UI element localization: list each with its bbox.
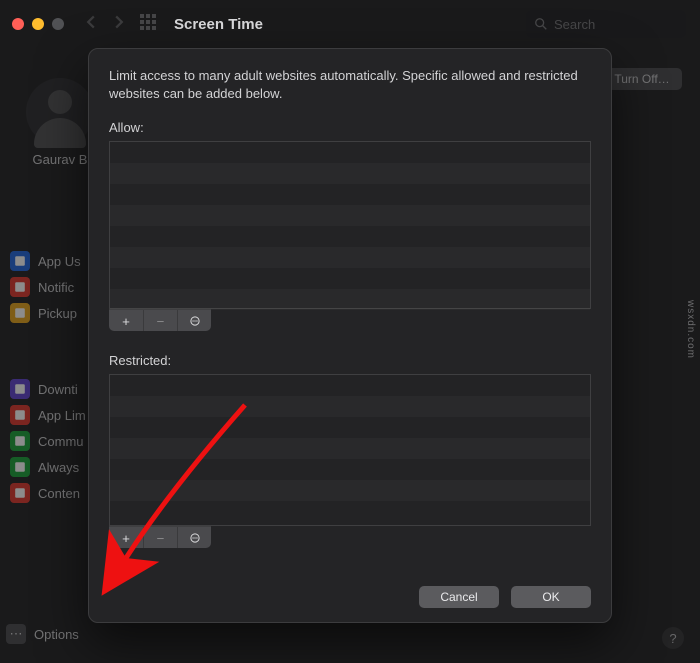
ok-button[interactable]: OK — [511, 586, 591, 608]
sidebar-item-label: Conten — [38, 486, 80, 501]
restricted-add-button[interactable]: + — [109, 527, 143, 548]
allow-list-controls: + − — [109, 309, 211, 331]
sidebar-item-label: Pickup — [38, 306, 77, 321]
moon-icon — [10, 379, 30, 399]
chat-icon — [10, 431, 30, 451]
hourglass-icon — [10, 405, 30, 425]
website-limits-sheet: Limit access to many adult websites auto… — [88, 48, 612, 623]
forward-button[interactable] — [112, 15, 126, 34]
sidebar-item-label: App Lim — [38, 408, 86, 423]
check-icon — [10, 457, 30, 477]
restricted-list[interactable] — [109, 374, 591, 526]
close-window-button[interactable] — [12, 18, 24, 30]
no-icon — [10, 483, 30, 503]
ellipsis-icon: ⋯ — [6, 624, 26, 644]
window-controls — [12, 18, 64, 30]
avatar — [26, 78, 94, 146]
sheet-description: Limit access to many adult websites auto… — [109, 67, 591, 102]
restricted-label: Restricted: — [109, 353, 591, 368]
restricted-list-controls: + − — [109, 526, 211, 548]
page-title: Screen Time — [174, 16, 263, 33]
user-name: Gaurav B — [26, 152, 94, 167]
allow-more-button[interactable] — [177, 310, 211, 331]
bars-icon — [10, 251, 30, 271]
allow-label: Allow: — [109, 120, 591, 135]
search-placeholder: Search — [554, 17, 595, 32]
sidebar-item-label: Commu — [38, 434, 84, 449]
turn-off-button[interactable]: Turn Off… — [602, 68, 682, 90]
sidebar-item-label: Notific — [38, 280, 74, 295]
back-button[interactable] — [84, 15, 98, 34]
zoom-window-button[interactable] — [52, 18, 64, 30]
cancel-button[interactable]: Cancel — [419, 586, 499, 608]
app-grid-icon[interactable] — [140, 14, 156, 35]
sidebar-item-label: Options — [34, 627, 79, 642]
search-icon — [534, 17, 548, 31]
sidebar-item-label: Always — [38, 460, 79, 475]
minimize-window-button[interactable] — [32, 18, 44, 30]
search-input[interactable]: Search — [526, 10, 686, 38]
sidebar-item-label: App Us — [38, 254, 81, 269]
allow-list[interactable] — [109, 141, 591, 309]
sidebar-item-options[interactable]: ⋯ Options — [6, 624, 79, 644]
user-block: Gaurav B — [26, 78, 94, 167]
sidebar-item-label: Downti — [38, 382, 78, 397]
restricted-more-button[interactable] — [177, 527, 211, 548]
allow-remove-button[interactable]: − — [143, 310, 177, 331]
watermark: wsxdn.com — [685, 300, 696, 359]
bell-icon — [10, 277, 30, 297]
restricted-remove-button[interactable]: − — [143, 527, 177, 548]
allow-add-button[interactable]: + — [109, 310, 143, 331]
hand-icon — [10, 303, 30, 323]
help-button[interactable]: ? — [662, 627, 684, 649]
